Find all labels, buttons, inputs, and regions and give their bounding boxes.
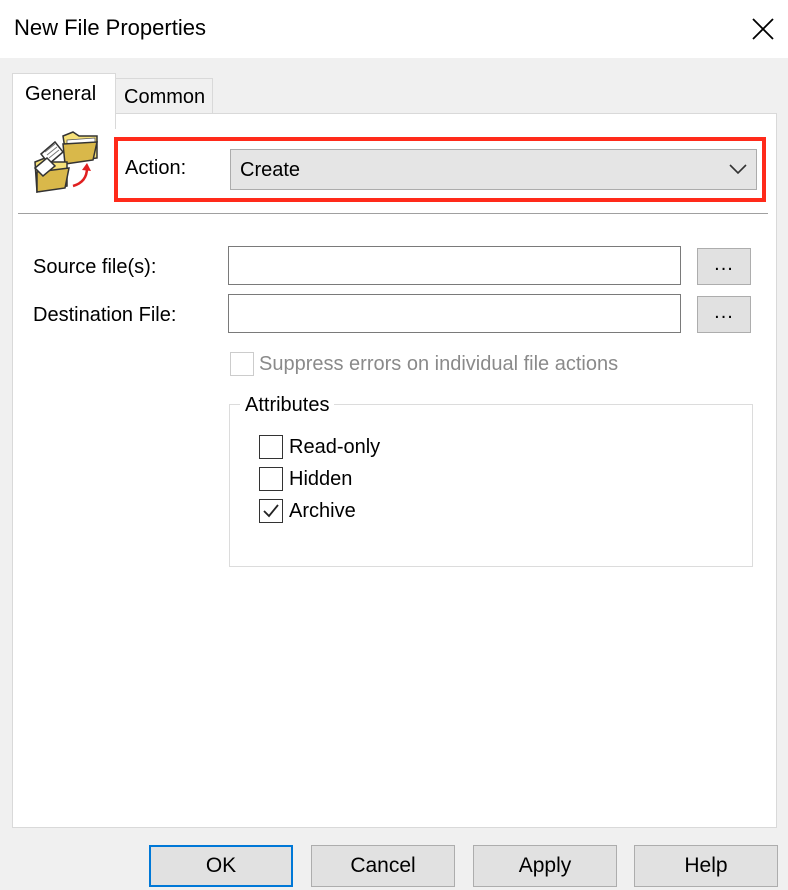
help-button[interactable]: Help	[634, 845, 778, 887]
browse-destination-button[interactable]: ...	[697, 296, 751, 333]
destination-file-label: Destination File:	[33, 304, 177, 326]
action-dropdown[interactable]: Create	[230, 149, 757, 190]
suppress-errors-checkbox[interactable]	[230, 352, 254, 376]
separator	[18, 213, 768, 215]
close-icon	[752, 18, 774, 40]
title-bar: New File Properties	[0, 0, 788, 58]
tab-common[interactable]: Common	[115, 78, 213, 115]
window-title: New File Properties	[14, 15, 206, 40]
read-only-checkbox[interactable]	[259, 435, 283, 459]
close-button[interactable]	[742, 8, 784, 50]
source-files-label: Source file(s):	[33, 256, 157, 278]
file-copy-icon	[33, 131, 98, 193]
apply-button[interactable]: Apply	[473, 845, 617, 887]
read-only-label: Read-only	[289, 436, 381, 458]
browse-source-button[interactable]: ...	[697, 248, 751, 285]
tab-common-label: Common	[124, 86, 206, 108]
archive-checkbox[interactable]	[259, 499, 283, 523]
tab-general[interactable]: General	[12, 73, 116, 129]
archive-label: Archive	[289, 500, 356, 522]
action-label: Action:	[125, 157, 187, 179]
attributes-group-title: Attributes	[240, 394, 335, 417]
hidden-checkbox[interactable]	[259, 467, 283, 491]
checkmark-icon	[263, 504, 279, 518]
cancel-button[interactable]: Cancel	[311, 845, 455, 887]
ok-button[interactable]: OK	[149, 845, 293, 887]
suppress-errors-label: Suppress errors on individual file actio…	[259, 353, 619, 375]
source-files-input[interactable]	[228, 246, 681, 285]
destination-file-input[interactable]	[228, 294, 681, 333]
hidden-label: Hidden	[289, 468, 353, 490]
action-dropdown-value: Create	[240, 159, 301, 181]
tab-general-label: General	[25, 83, 97, 105]
chevron-down-icon	[729, 164, 747, 175]
